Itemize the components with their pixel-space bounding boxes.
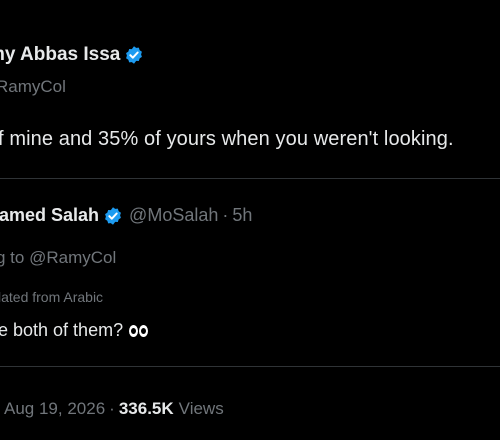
tweet-meta: Aug 19, 2026 · 336.5K Views — [4, 399, 224, 419]
divider — [0, 178, 500, 179]
parent-tweet-text: f mine and 35% of yours when you weren't… — [0, 128, 454, 150]
verified-badge-icon — [105, 206, 121, 225]
verified-badge-icon — [126, 46, 143, 64]
reply-tweet-text: e both of them? — [0, 320, 124, 340]
reply-author-handle[interactable]: @MoSalah — [129, 205, 218, 226]
replying-to-label: g to — [0, 248, 25, 267]
tweet-date[interactable]: Aug 19, 2026 — [4, 399, 105, 419]
separator-dot: · — [222, 205, 229, 225]
views-label: Views — [178, 399, 224, 418]
reply-header: hamed Salah @MoSalah · 5h — [0, 205, 252, 226]
views-count: 336.5K — [118, 399, 174, 418]
translated-from-label[interactable]: lated from Arabic — [0, 289, 103, 305]
reply-author-name[interactable]: hamed Salah — [0, 205, 99, 226]
eye-right — [139, 324, 149, 337]
eyes-emoji-icon — [129, 324, 149, 337]
divider — [0, 366, 500, 367]
reply-timestamp[interactable]: 5h — [232, 205, 252, 226]
reply-text-row: e both of them? — [0, 320, 149, 341]
replying-to: g to @RamyCol — [0, 248, 116, 268]
eye-left — [129, 324, 139, 337]
separator-dot: · — [109, 399, 115, 418]
parent-author-name[interactable]: my Abbas Issa — [0, 44, 120, 66]
parent-author-handle[interactable]: RamyCol — [0, 77, 66, 97]
replying-to-mention[interactable]: @RamyCol — [29, 248, 116, 267]
parent-author-row: my Abbas Issa — [0, 44, 144, 66]
